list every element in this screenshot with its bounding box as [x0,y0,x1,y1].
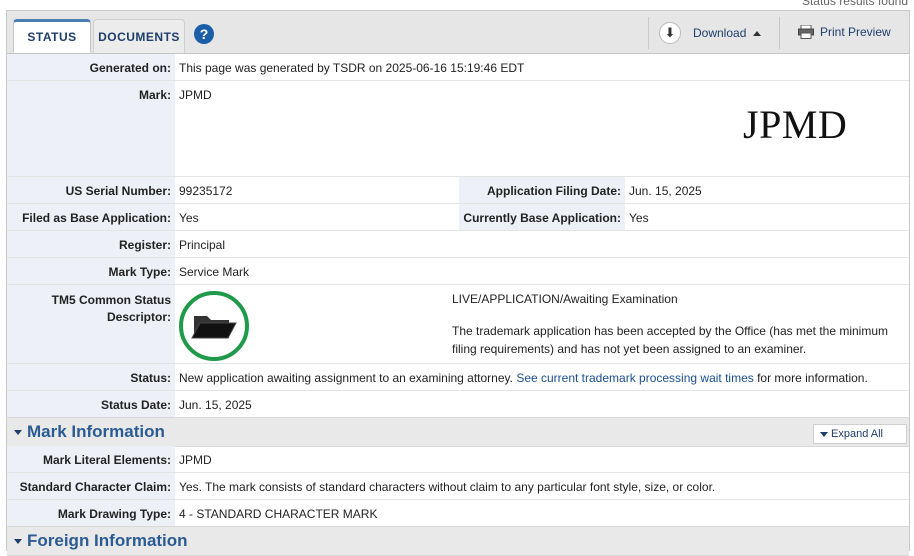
toolbar-divider [779,17,780,49]
tm5-label-line1: TM5 Common Status [51,293,171,307]
row-standard-character: Standard Character Claim: Yes. The mark … [7,473,909,500]
status-suffix: for more information. [757,371,868,385]
row-literal-elements: Mark Literal Elements: JPMD [7,446,909,473]
caret-up-icon [753,30,762,36]
tm5-description: The trademark application has been accep… [452,322,888,358]
download-button[interactable]: ⬇ Download [659,21,762,45]
row-status: Status: New application awaiting assignm… [7,364,909,391]
register-label: Register: [7,231,175,257]
status-label: Status: [7,364,175,390]
mark-information-header[interactable]: Mark Information Expand All [7,417,909,447]
row-mark-type: Mark Type: Service Mark [7,258,909,285]
section-caret-icon [14,539,22,544]
row-generated-on: Generated on: This page was generated by… [7,54,909,81]
mark-image: JPMD [743,102,848,147]
mark-value: JPMD [179,88,212,102]
tm5-description-line2: filing requirements) and has not yet bee… [452,342,807,356]
results-note: Status results found [801,0,908,8]
generated-on-label: Generated on: [7,54,175,80]
mark-information-title: Mark Information [27,422,165,441]
expand-caret-icon [820,431,828,437]
wait-times-link[interactable]: See current trademark processing wait ti… [516,371,753,385]
toolbar-divider [648,17,649,49]
foreign-information-header[interactable]: Foreign Information [7,526,909,556]
row-base-application: Filed as Base Application: Yes Currently… [7,204,909,231]
generated-on-value: This page was generated by TSDR on 2025-… [179,61,525,75]
row-mark: Mark: JPMD JPMD [7,81,909,177]
drawing-type-value: 4 - STANDARD CHARACTER MARK [179,507,378,521]
print-preview-label: Print Preview [820,25,891,39]
row-status-date: Status Date: Jun. 15, 2025 [7,391,909,418]
row-serial-number: US Serial Number: 99235172 Application F… [7,177,909,204]
expand-all-label: Expand All [831,428,883,440]
status-panel: STATUS DOCUMENTS ? ⬇ Download Print Prev… [6,10,910,556]
tab-documents[interactable]: DOCUMENTS [93,19,185,53]
download-icon: ⬇ [659,22,681,44]
tm5-description-line1: The trademark application has been accep… [452,324,889,338]
mark-type-value: Service Mark [179,265,250,279]
mark-label: Mark: [7,81,175,176]
status-date-label: Status Date: [7,391,175,417]
serial-number-label: US Serial Number: [7,177,175,203]
standard-character-value: Yes. The mark consists of standard chara… [179,480,716,494]
row-register: Register: Principal [7,231,909,258]
help-icon[interactable]: ? [194,24,214,44]
literal-elements-label: Mark Literal Elements: [7,446,175,472]
section-caret-icon [14,430,22,435]
print-preview-button[interactable]: Print Preview [798,25,891,39]
filed-base-value: Yes [179,211,199,225]
status-date-value: Jun. 15, 2025 [179,398,252,412]
filing-date-label: Application Filing Date: [459,177,625,203]
current-base-label: Currently Base Application: [459,204,625,230]
status-value: New application awaiting assignment to a… [179,371,868,385]
expand-all-button[interactable]: Expand All [813,424,907,444]
tm5-label: TM5 Common Status Descriptor: [7,285,175,363]
folder-icon [179,291,249,361]
mark-type-label: Mark Type: [7,258,175,284]
tm5-status-text: LIVE/APPLICATION/Awaiting Examination [452,292,678,306]
current-base-value: Yes [629,211,649,225]
tm5-label-line2: Descriptor: [106,310,171,324]
row-tm5-status: TM5 Common Status Descriptor: LIVE/APPLI… [7,285,909,364]
status-text: New application awaiting assignment to a… [179,371,513,385]
serial-number-value: 99235172 [179,184,233,198]
tab-status[interactable]: STATUS [13,19,91,53]
drawing-type-label: Mark Drawing Type: [7,500,175,526]
filing-date-value: Jun. 15, 2025 [629,184,702,198]
printer-icon [798,25,814,39]
filed-base-label: Filed as Base Application: [7,204,175,230]
literal-elements-value: JPMD [179,453,212,467]
register-value: Principal [179,238,226,252]
tab-bar: STATUS DOCUMENTS ? ⬇ Download Print Prev… [7,11,909,54]
standard-character-label: Standard Character Claim: [7,473,175,499]
row-drawing-type: Mark Drawing Type: 4 - STANDARD CHARACTE… [7,500,909,527]
download-label: Download [693,26,747,40]
foreign-information-title: Foreign Information [27,531,188,550]
